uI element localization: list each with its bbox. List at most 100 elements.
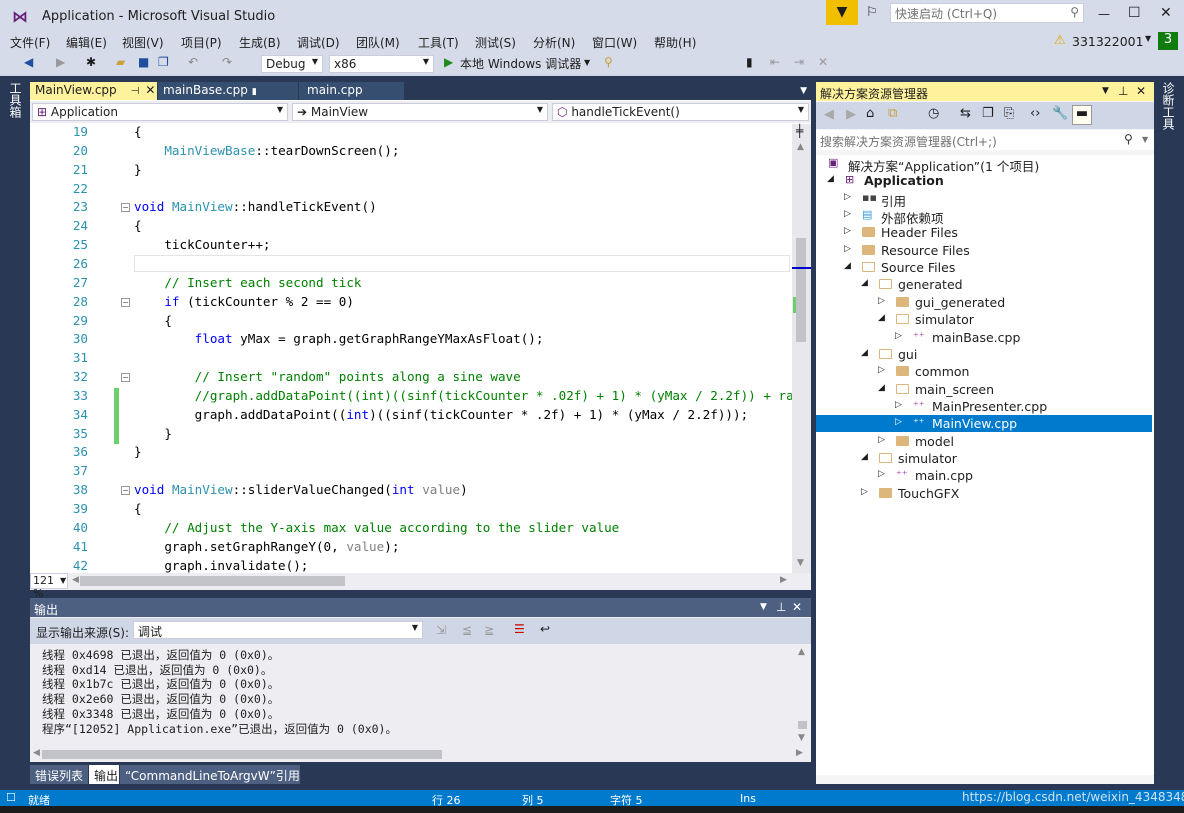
back-icon[interactable]: ◀ (824, 107, 834, 122)
minimize-button[interactable]: — (1098, 7, 1110, 21)
menu-item[interactable]: 项目(P) (181, 34, 222, 51)
collapsed-arrow-icon[interactable]: ▷ (895, 400, 902, 410)
tree-item[interactable]: ◢ main_screen (816, 381, 1152, 398)
view-code-icon[interactable]: ‹› (1030, 106, 1040, 121)
collapse-toggle-icon[interactable]: − (121, 373, 130, 383)
filter-icon[interactable]: ▼ (826, 0, 858, 25)
expanded-arrow-icon[interactable]: ◢ (878, 313, 885, 323)
scope-dropdown[interactable]: ➔ MainView ▼ (292, 103, 548, 121)
undo-icon[interactable]: ↶ (188, 55, 198, 73)
pin-icon[interactable]: ⊥ (776, 600, 786, 614)
account-dropdown-icon[interactable]: ▼ (1145, 34, 1151, 43)
close-panel-icon[interactable]: ✕ (1136, 84, 1146, 98)
scroll-thumb[interactable] (798, 721, 807, 729)
bottom-tab[interactable]: “CommandLineToArgvW”引用 (120, 765, 300, 784)
collapse-all-icon[interactable]: ❐ (982, 106, 994, 121)
collapsed-arrow-icon[interactable]: ▷ (844, 226, 851, 236)
output-source-select[interactable]: 调试 ▼ (133, 621, 423, 639)
scroll-down-icon[interactable]: ▼ (797, 558, 804, 568)
scroll-thumb[interactable] (796, 238, 806, 342)
tab-mainview-cpp[interactable]: MainView.cpp ⊣ ✕ (30, 82, 157, 100)
preview-selected-icon[interactable]: ▬ (1072, 105, 1092, 125)
expanded-arrow-icon[interactable]: ◢ (844, 261, 851, 271)
maximize-button[interactable]: ☐ (1128, 5, 1141, 21)
collapse-toggle-icon[interactable]: − (121, 297, 130, 307)
toolbox-strip[interactable]: 工具箱 (7, 82, 24, 118)
menu-item[interactable]: 编辑(E) (66, 34, 107, 51)
search-options-icon[interactable]: ▼ (1142, 135, 1148, 144)
prev-bookmark-icon[interactable]: ⇤ (770, 55, 780, 73)
clear-bookmarks-icon[interactable]: ✕ (818, 55, 828, 73)
tree-item[interactable]: ▷ ▤ 外部依赖项 (816, 207, 1152, 226)
show-all-files-icon[interactable]: ⎘ (1004, 106, 1014, 121)
save-all-icon[interactable]: ❐ (158, 55, 169, 73)
start-debug-button[interactable]: 本地 Windows 调试器 (460, 55, 581, 73)
scroll-right-icon[interactable]: ▶ (796, 748, 803, 758)
pin-icon[interactable]: ⊥ (1118, 84, 1128, 98)
find-in-files-icon[interactable]: ⚲ (604, 55, 613, 73)
menu-item[interactable]: 测试(S) (475, 34, 516, 51)
close-panel-icon[interactable]: ✕ (792, 600, 802, 614)
bottom-tab[interactable]: 输出 (89, 765, 119, 784)
sync-icon[interactable]: ⇆ (960, 106, 971, 121)
solution-search-input[interactable]: 搜索解决方案资源管理器(Ctrl+;) ⚲ ▼ (816, 130, 1154, 150)
pending-changes-icon[interactable]: ◷ (928, 106, 939, 121)
collapsed-arrow-icon[interactable]: ▷ (878, 469, 885, 479)
menu-item[interactable]: 帮助(H) (654, 34, 696, 51)
new-project-icon[interactable]: ✱ (86, 55, 96, 73)
collapsed-arrow-icon[interactable]: ▷ (878, 296, 885, 306)
split-icon[interactable]: ╪ (796, 124, 803, 138)
collapsed-arrow-icon[interactable]: ▷ (844, 192, 851, 202)
start-debug-icon[interactable]: ▶ (444, 55, 453, 73)
menu-item[interactable]: 团队(M) (356, 34, 400, 51)
tab-list-dropdown-icon[interactable]: ▼ (800, 86, 807, 96)
menu-item[interactable]: 文件(F) (10, 34, 50, 51)
tree-item[interactable]: ▷ ⁺⁺ mainBase.cpp (816, 329, 1152, 346)
run-dropdown-icon[interactable]: ▼ (584, 58, 590, 76)
scroll-up-icon[interactable]: ▲ (797, 142, 804, 152)
expanded-arrow-icon[interactable]: ◢ (861, 452, 868, 462)
scroll-down-icon[interactable]: ▼ (798, 733, 805, 743)
close-tab-icon[interactable]: ✕ (145, 83, 155, 97)
collapsed-arrow-icon[interactable]: ▷ (861, 487, 868, 497)
forward-icon[interactable]: ▶ (846, 107, 856, 122)
word-wrap-icon[interactable]: ↩ (540, 622, 550, 636)
collapsed-arrow-icon[interactable]: ▷ (844, 244, 851, 254)
scroll-left-icon[interactable]: ◀ (33, 748, 40, 758)
bottom-tab[interactable]: 错误列表 (30, 765, 88, 784)
menu-item[interactable]: 分析(N) (533, 34, 575, 51)
tree-item[interactable]: ▷ ⁺⁺ MainView.cpp (816, 415, 1152, 433)
quick-launch-input[interactable]: 快速启动 (Ctrl+Q) ⚲ (890, 3, 1084, 23)
save-icon[interactable]: ■ (138, 55, 149, 73)
clear-all-icon[interactable]: ☰ (514, 622, 525, 636)
output-vertical-scrollbar[interactable]: ▲ ▼ (795, 645, 811, 745)
tree-item[interactable]: ◢ Source Files (816, 259, 1152, 276)
expanded-arrow-icon[interactable]: ◢ (827, 174, 834, 184)
redo-icon[interactable]: ↷ (222, 55, 232, 73)
expanded-arrow-icon[interactable]: ◢ (878, 383, 885, 393)
zoom-dropdown-icon[interactable]: ▼ (60, 576, 66, 585)
menu-item[interactable]: 调试(D) (297, 34, 340, 51)
collapse-toggle-icon[interactable]: − (121, 203, 130, 213)
prev-message-icon[interactable]: ≦ (462, 623, 472, 637)
member-dropdown[interactable]: ⬡ handleTickEvent() ▼ (552, 103, 809, 121)
tree-item[interactable]: ◢ gui (816, 346, 1152, 363)
configuration-select[interactable]: Debug ▼ (261, 55, 323, 73)
horizontal-scroll-thumb[interactable] (42, 750, 442, 759)
tab-mainbase-cpp[interactable]: mainBase.cpp ▮ (158, 82, 298, 100)
horizontal-scroll-thumb[interactable] (80, 576, 345, 586)
collapsed-arrow-icon[interactable]: ▷ (895, 417, 902, 427)
tree-item[interactable]: ▷ model (816, 433, 1152, 450)
scroll-up-icon[interactable]: ▲ (798, 647, 805, 657)
tree-item[interactable]: ▷ Resource Files (816, 242, 1152, 259)
menu-item[interactable]: 工具(T) (418, 34, 459, 51)
next-message-icon[interactable]: ≧ (484, 623, 494, 637)
menu-item[interactable]: 生成(B) (239, 34, 281, 51)
tree-item[interactable]: ◢ simulator (816, 311, 1152, 328)
tab-main-cpp[interactable]: main.cpp (299, 82, 404, 100)
tree-item[interactable]: ▷ Header Files (816, 224, 1152, 241)
switch-views-icon[interactable]: ⧉ (888, 106, 897, 121)
output-horizontal-scrollbar[interactable]: ◀ ▶ (30, 748, 811, 761)
panel-menu-icon[interactable]: ▼ (1102, 86, 1109, 96)
scroll-left-icon[interactable]: ◀ (72, 575, 79, 585)
